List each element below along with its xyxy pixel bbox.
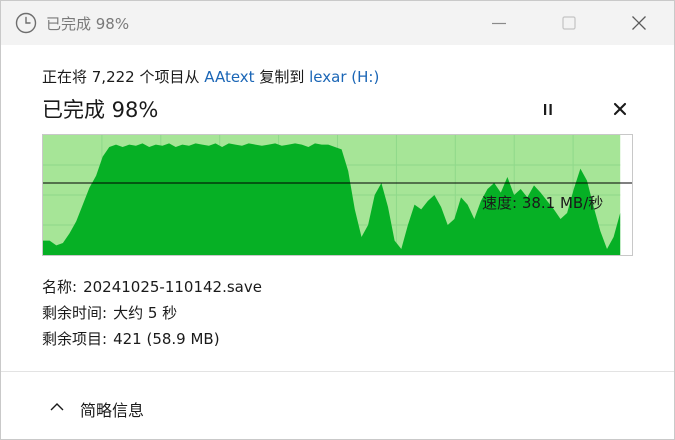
detail-name: 名称: 20241025-110142.save: [42, 276, 262, 297]
speed-label: 速度: 38.1 MB/秒: [482, 194, 604, 212]
minimize-icon: [492, 22, 506, 25]
time-value: 大约 5 秒: [113, 304, 178, 322]
name-label: 名称:: [42, 278, 78, 296]
dialog-footer: 简略信息: [1, 372, 674, 439]
copy-prefix: 正在将 7,222 个项目从: [42, 68, 200, 86]
clock-icon: [15, 12, 37, 34]
source-folder-link[interactable]: AAtext: [204, 68, 254, 86]
detail-items-remaining: 剩余项目: 421 (58.9 MB): [42, 328, 220, 349]
minimize-button[interactable]: [476, 1, 522, 45]
name-value: 20241025-110142.save: [83, 278, 262, 296]
items-value: 421 (58.9 MB): [113, 330, 220, 348]
copy-middle: 复制到: [259, 68, 305, 86]
close-icon: [632, 16, 646, 30]
less-info-button[interactable]: 简略信息: [45, 395, 205, 420]
progress-title: 已完成 98%: [42, 98, 159, 122]
cancel-button[interactable]: [606, 97, 634, 123]
destination-drive-link[interactable]: lexar (H:): [309, 68, 379, 86]
pause-button[interactable]: [534, 97, 562, 123]
close-window-button[interactable]: [616, 1, 662, 45]
maximize-button[interactable]: [546, 1, 592, 45]
copy-description: 正在将 7,222 个项目从 AAtext 复制到 lexar (H:): [42, 66, 379, 87]
less-info-label: 简略信息: [80, 401, 145, 420]
window-title: 已完成 98%: [46, 15, 130, 33]
copy-dialog-window: 已完成 98% 正在将 7,222 个项目从 AAtext 复制到 lexar …: [0, 0, 675, 440]
pause-icon: [544, 104, 552, 115]
chevron-up-icon: [50, 403, 64, 411]
time-label: 剩余时间:: [42, 304, 108, 322]
close-icon: [613, 102, 627, 116]
title-bar[interactable]: 已完成 98%: [1, 1, 674, 45]
items-label: 剩余项目:: [42, 330, 108, 348]
detail-time-remaining: 剩余时间: 大约 5 秒: [42, 302, 177, 323]
maximize-icon: [562, 16, 576, 30]
